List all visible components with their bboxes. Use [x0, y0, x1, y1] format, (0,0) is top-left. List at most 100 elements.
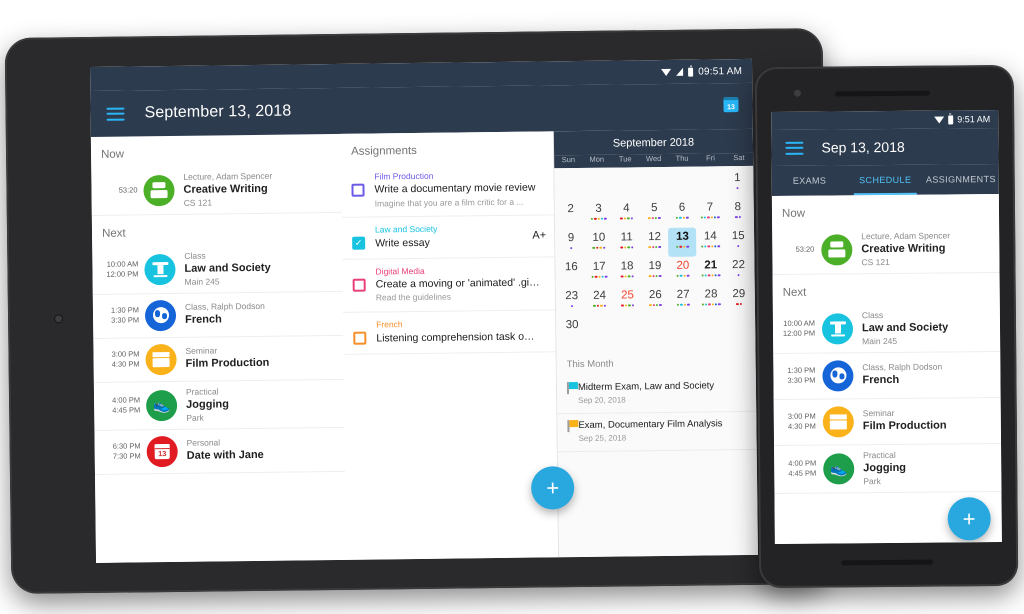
add-fab-button[interactable]: + [947, 497, 991, 541]
page-title: September 13, 2018 [144, 102, 292, 122]
assignment-checkbox[interactable] [352, 278, 366, 292]
schedule-row[interactable]: 4:00 PM 4:45 PM 👟 Practical Jogging Park [774, 443, 1002, 494]
calendar-day[interactable]: 1 [723, 169, 751, 198]
schedule-location: Park [863, 475, 881, 486]
calendar-day[interactable]: 25 [613, 286, 641, 315]
assignment-row[interactable]: Film Production Write a documentary movie… [341, 162, 554, 219]
calendar-day[interactable]: 8 [724, 198, 752, 227]
globe-icon [829, 367, 846, 384]
calendar-day[interactable]: 26 [641, 286, 669, 315]
calendar-day[interactable]: 11 [613, 228, 641, 257]
calendar-dow: Mon [589, 154, 605, 164]
calendar-day[interactable]: 2 [557, 200, 585, 229]
schedule-avatar: 👟 [823, 453, 855, 485]
schedule-row[interactable]: 10:00 AM 12:00 PM Class Law and Society Main… [92, 243, 343, 295]
calendar-day-dots [676, 245, 689, 249]
schedule-avatar [145, 343, 177, 376]
month-event-row[interactable]: Exam, Documentary Film Analysis Sep 25, 2… [557, 411, 757, 453]
calendar-grid: 1 2 3 4 5 6 7 8 9 10 11 12 13 14 15 16 17 18 19 20 21 22 23 24 2… [554, 165, 756, 350]
assignment-checkbox[interactable]: ✓ [352, 237, 366, 251]
assignments-header: Assignments [350, 144, 417, 158]
calendar-dow: Tue [618, 154, 632, 164]
calendar-day-number: 1 [734, 172, 741, 185]
calendar-day[interactable]: 28 [697, 285, 725, 314]
assignment-text: French Listening comprehension task o… [376, 317, 547, 347]
next-list: 10:00 AM 12:00 PM Class Law and Society Main… [92, 243, 345, 475]
month-event-text: Exam, Documentary Film Analysis Sep 25, 2… [578, 418, 722, 444]
schedule-time: 1:30 PM 3:30 PM [110, 305, 140, 326]
schedule-row[interactable]: 53:20 Lecture, Adam Spencer Creative Writi… [91, 164, 342, 216]
calendar-day[interactable]: 6 [668, 199, 696, 228]
month-event-date: Sep 20, 2018 [578, 395, 626, 405]
calendar-day[interactable]: 9 [557, 229, 585, 258]
calendar-day[interactable]: 24 [586, 287, 614, 316]
tab-assignments[interactable]: ASSIGNMENTS [923, 164, 999, 195]
phone-app-bar: Sep 13, 2018 [771, 128, 999, 166]
calendar-day-number: 23 [565, 290, 579, 303]
battery-icon [688, 67, 694, 77]
phone-speaker [834, 90, 930, 97]
page-title: Sep 13, 2018 [821, 138, 905, 156]
tab-schedule[interactable]: SCHEDULE [847, 165, 923, 196]
calendar-day[interactable]: 18 [613, 257, 641, 286]
schedule-row[interactable]: 6:30 PM 7:30 PM 13 Personal Date with Jane [94, 427, 345, 475]
calendar-day[interactable]: 16 [557, 258, 585, 287]
calendar-day-dots [621, 303, 634, 308]
schedule-row[interactable]: 3:00 PM 4:30 PM Seminar Film Production [773, 397, 1002, 446]
calendar-day[interactable]: 15 [724, 227, 752, 256]
next-label: Next [782, 286, 807, 299]
calendar-day[interactable]: 19 [641, 257, 669, 286]
calendar-day-dots [700, 215, 720, 220]
calendar-day[interactable]: 22 [724, 256, 752, 285]
assignment-row[interactable]: French Listening comprehension task o… [343, 310, 556, 355]
schedule-avatar [143, 174, 175, 207]
calendar-day[interactable]: 21 [697, 256, 725, 285]
calendar-icon[interactable]: 13 [723, 97, 739, 113]
tablet-screen: 09:51 AM September 13, 2018 13 Now 53:20… [89, 58, 759, 563]
calendar-day[interactable]: 14 [696, 227, 724, 256]
tablet-content: Now 53:20 Lecture, Adam Spencer Creative W… [90, 128, 759, 563]
schedule-row[interactable]: 10:00 AM 12:00 PM Class Law and Society Main… [772, 303, 1001, 354]
tab-exams[interactable]: EXAMS [772, 165, 848, 196]
schedule-text: Lecture, Adam Spencer Creative Writing CS … [861, 230, 992, 268]
calendar-day[interactable]: 13 [668, 227, 697, 257]
calendar-day[interactable]: 27 [669, 286, 697, 315]
month-event-text: Midterm Exam, Law and Society Sep 20, 201… [578, 380, 715, 406]
calendar-day[interactable]: 3 [584, 200, 612, 229]
schedule-row[interactable]: 3:00 PM 4:30 PM Seminar Film Production [93, 335, 344, 383]
phone-content: Now 53:20 Lecture, Adam Spencer Creative W… [771, 194, 1002, 544]
assignments-list: Film Production Write a documentary movie… [341, 162, 556, 355]
clapperboard-icon [152, 352, 169, 367]
calendar-day-number: 17 [592, 260, 606, 273]
calendar-day[interactable]: 30 [558, 316, 586, 345]
calendar-day[interactable]: 10 [585, 229, 613, 258]
calendar-day[interactable]: 7 [696, 198, 724, 227]
calendar-day[interactable]: 5 [640, 199, 668, 228]
hamburger-icon[interactable] [785, 141, 804, 155]
schedule-row[interactable]: 4:00 PM 4:45 PM 👟 Practical Jogging Park [93, 379, 345, 431]
tablet-camera-icon [55, 315, 63, 323]
schedule-row[interactable]: 1:30 PM 3:30 PM Class, Ralph Dodson French [92, 291, 344, 339]
calendar-day[interactable]: 17 [585, 258, 613, 287]
schedule-avatar [822, 406, 854, 438]
schedule-text: Seminar Film Production [863, 407, 994, 434]
calendar-day[interactable]: 12 [641, 228, 669, 257]
schedule-text: Class, Ralph Dodson French [185, 300, 335, 328]
schedule-location: CS 121 [183, 197, 213, 208]
calendar-day[interactable]: 23 [558, 287, 586, 316]
schedule-row[interactable]: 1:30 PM 3:30 PM Class, Ralph Dodson French [773, 351, 1001, 400]
schedule-row[interactable]: 53:20 Lecture, Adam Spencer Creative Writi… [772, 225, 1000, 275]
calendar-day[interactable]: 4 [612, 199, 640, 228]
assignment-row[interactable]: Digital Media Create a moving or 'animate… [342, 257, 556, 314]
month-event-row[interactable]: Midterm Exam, Law and Society Sep 20, 201… [556, 373, 757, 415]
calendar-day[interactable]: 20 [669, 257, 697, 286]
podium-icon [828, 242, 845, 258]
calendar-day[interactable]: 29 [725, 285, 753, 314]
assignment-checkbox[interactable] [351, 183, 365, 197]
assignment-checkbox[interactable] [353, 331, 367, 346]
hamburger-icon[interactable] [106, 107, 125, 121]
calendar-day-dots [700, 244, 721, 249]
schedule-time: 4:00 PM 4:45 PM [788, 458, 817, 479]
assignment-row[interactable]: ✓ Law and Society Write essay A+ [341, 215, 555, 260]
calendar-day-number: 4 [623, 202, 630, 215]
